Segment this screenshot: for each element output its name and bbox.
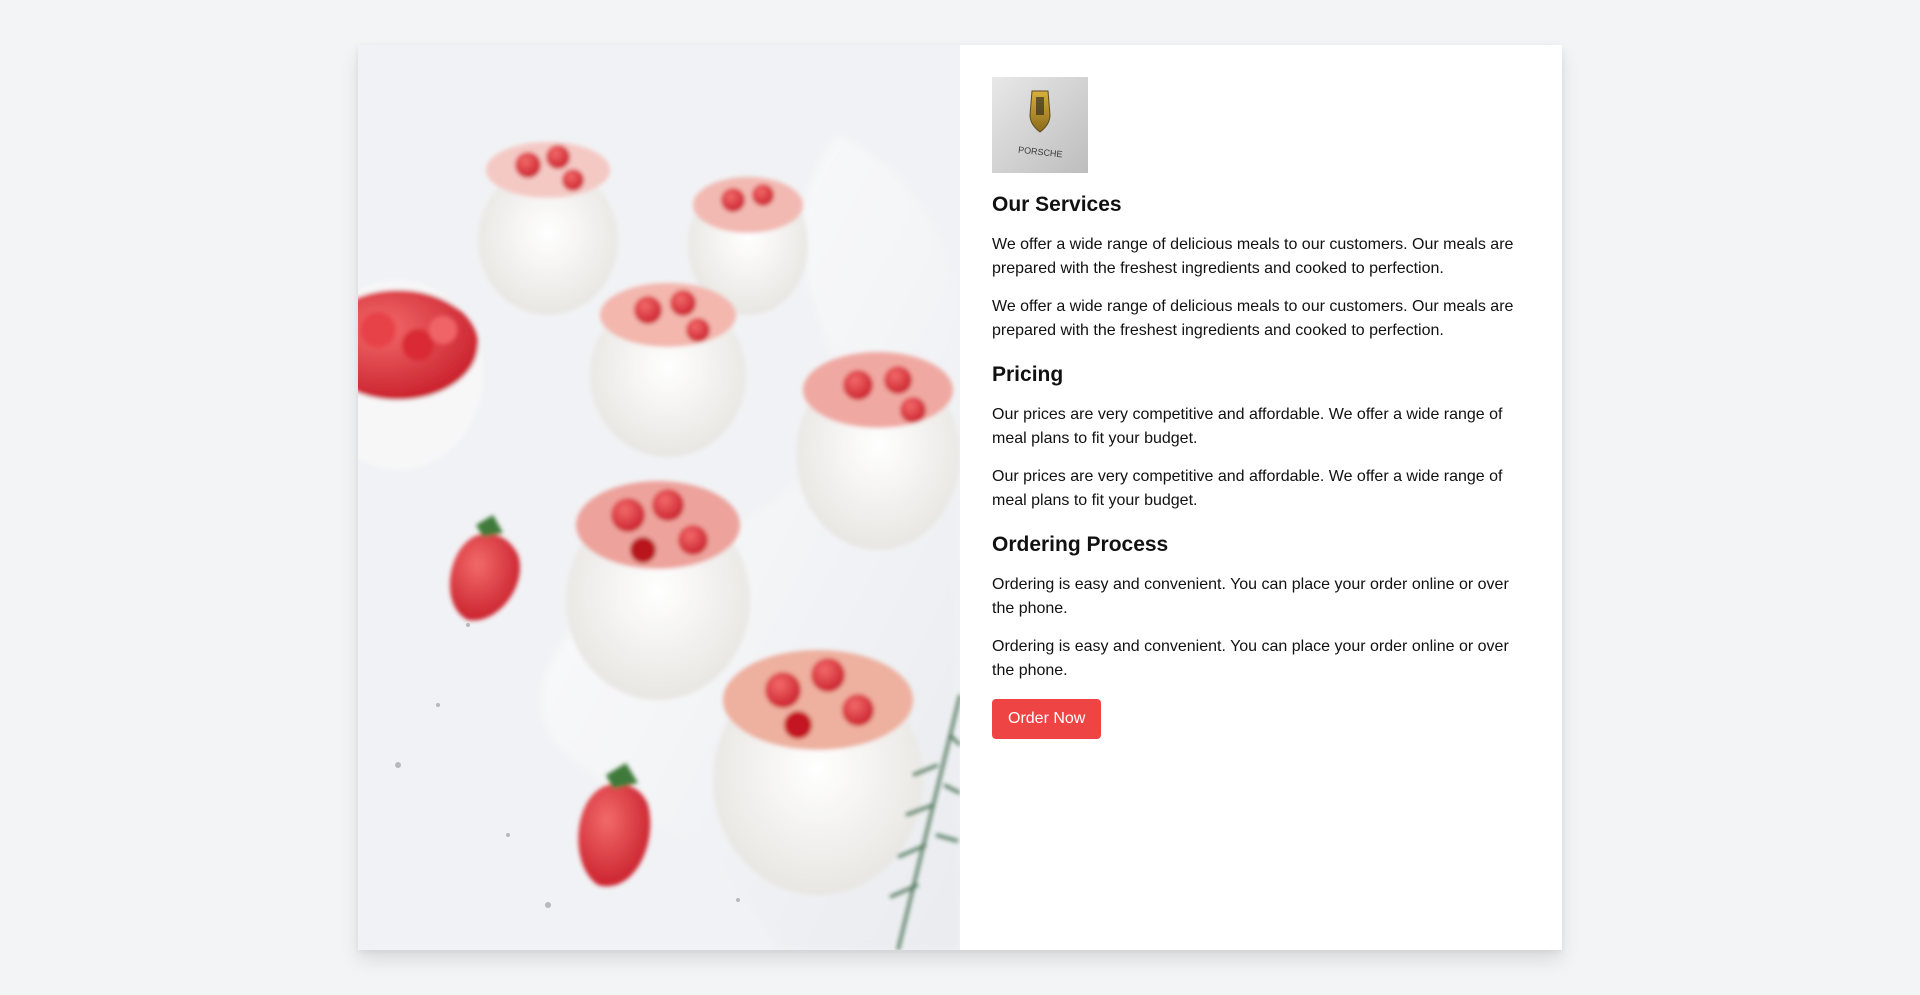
ordering-heading: Ordering Process [992, 533, 1169, 556]
ordering-paragraph-1: Ordering is easy and convenient. You can… [992, 576, 1509, 617]
porsche-logo: PORSCHE [992, 77, 1088, 173]
pricing-paragraph-1: Our prices are very competitive and affo… [992, 406, 1503, 447]
pricing-heading: Pricing [992, 363, 1064, 386]
order-now-button[interactable]: Order Now [992, 699, 1102, 739]
pricing-paragraph-2: Our prices are very competitive and affo… [992, 468, 1503, 509]
services-paragraph-2: We offer a wide range of delicious meals… [992, 298, 1514, 339]
hero-image [358, 45, 960, 950]
dessert-photo-illustration [358, 45, 960, 950]
ordering-paragraph-2: Ordering is easy and convenient. You can… [992, 638, 1509, 679]
services-paragraph-1: We offer a wide range of delicious meals… [992, 236, 1514, 277]
services-heading: Our Services [992, 193, 1122, 216]
content-card: PORSCHE Our Services We offer a wide ran… [358, 45, 1562, 950]
content-panel: PORSCHE Our Services We offer a wide ran… [960, 45, 1562, 950]
